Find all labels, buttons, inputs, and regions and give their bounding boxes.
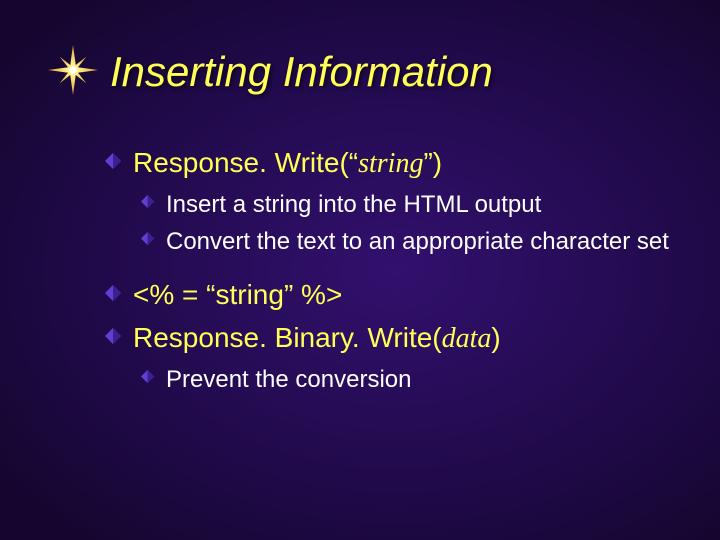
diamond-bullet-icon <box>105 153 121 169</box>
diamond-bullet-icon <box>141 232 154 245</box>
bullet-text: Prevent the conversion <box>166 364 411 395</box>
bullet-l2: Convert the text to an appropriate chara… <box>141 226 680 257</box>
slide-body: Response. Write(“string”) Insert a strin… <box>105 145 680 402</box>
diamond-bullet-icon <box>141 370 154 383</box>
bullet-l1: Response. Write(“string”) <box>105 145 680 181</box>
slide-title: Inserting Information <box>110 48 493 96</box>
bullet-text: Response. Binary. Write(data) <box>133 320 501 356</box>
bullet-l2: Prevent the conversion <box>141 364 680 395</box>
bullet-l1: <% = “string” %> <box>105 277 680 312</box>
diamond-bullet-icon <box>141 195 154 208</box>
diamond-bullet-icon <box>105 328 121 344</box>
bullet-l1: Response. Binary. Write(data) <box>105 320 680 356</box>
diamond-bullet-icon <box>105 285 121 301</box>
bullet-text: Response. Write(“string”) <box>133 145 442 181</box>
bullet-text: <% = “string” %> <box>133 277 342 312</box>
decorative-star-icon <box>48 45 98 95</box>
bullet-text: Convert the text to an appropriate chara… <box>166 226 669 257</box>
bullet-l2: Insert a string into the HTML output <box>141 189 680 220</box>
bullet-text: Insert a string into the HTML output <box>166 189 541 220</box>
